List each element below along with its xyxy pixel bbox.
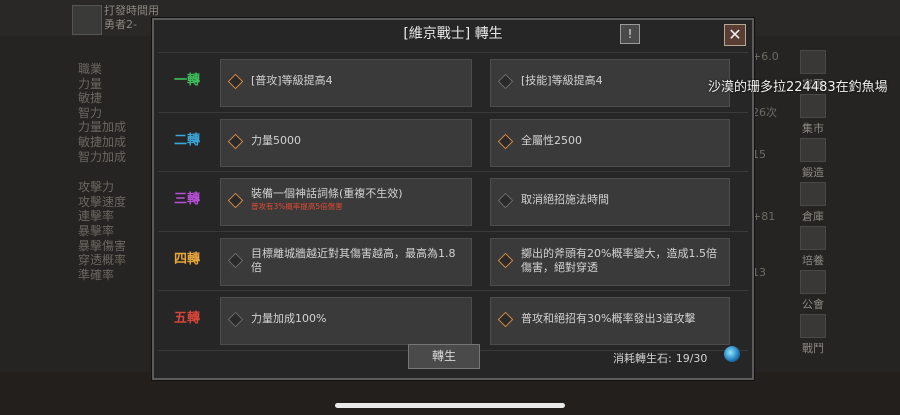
menu-label: 倉庫 [802,210,824,223]
chest-icon [800,182,826,206]
tier-label: 一轉 [173,73,200,88]
anvil-icon [800,138,826,162]
tier-row: 三轉 裝備一個神話詞條(重複不生效) 普攻有3%概率提高5倍傷害 取消絕招施法時間 [158,171,748,231]
diamond-icon [497,73,514,90]
bonus-cell[interactable]: [普攻]等級提高4 [220,59,472,107]
bonus-cell[interactable]: 力量5000 [220,118,472,167]
home-icon [800,50,826,74]
stat-label: 準確率 [78,267,115,282]
tier-label: 四轉 [173,251,200,267]
stat-label: 智力 [78,105,103,120]
home-indicator[interactable] [335,403,565,408]
cost-label: 消耗轉生石: [613,352,672,365]
help-button[interactable]: ! [620,24,640,44]
tier-label: 三轉 [173,192,200,207]
right-menu: 家園 集市 鍛造 倉庫 培養 公會 戰鬥 [796,50,830,358]
stat-label: 力量加成 [78,120,127,135]
tier-row: 二轉 力量5000 全屬性2500 [158,111,748,172]
bonus-main: 裝備一個神話詞條(重複不生效) [251,187,403,200]
bonus-text: 擲出的斧頭有20%概率變大，造成1.5倍傷害，絕對穿透 [521,246,717,274]
stat-label: 穿透概率 [78,253,127,268]
bonus-cell[interactable]: 目標離城牆越近對其傷害越高，最高為1.8倍 [220,237,472,286]
stat-label: 敏捷 [78,91,103,106]
tier-row: 一轉 [普攻]等級提高4 [技能]等級提高4 [158,52,748,112]
stat-label: 力量 [78,76,103,91]
rebirth-button[interactable]: 轉生 [408,344,480,369]
bonus-subtext: 普攻有3%概率提高5倍傷害 [251,202,343,211]
menu-guild[interactable]: 公會 [796,270,830,314]
stat-label: 智力加成 [78,149,127,164]
menu-label: 戰鬥 [802,342,824,355]
scrolling-message: 沙漠的珊多拉224483在釣魚場 [708,80,888,95]
stat-label: 攻擊速度 [78,194,127,209]
menu-label: 鍛造 [802,166,824,179]
bonus-cell[interactable]: 擲出的斧頭有20%概率變大，造成1.5倍傷害，絕對穿透 [490,237,730,286]
value: 13 [752,266,766,279]
cost-value: 19/30 [675,352,708,365]
menu-storage[interactable]: 倉庫 [796,182,830,226]
bonus-text: 目標離城牆越近對其傷害越高，最高為1.8倍 [251,246,456,274]
bonus-text: 力量5000 [251,133,301,147]
diamond-icon [497,311,514,328]
bonus-text: 普攻和絕招有30%概率發出3道攻擊 [521,312,696,325]
value: 26次 [752,106,777,119]
rebirth-stone-icon [724,346,740,362]
bonus-text: 力量加成100% [251,312,327,325]
diamond-icon [497,252,514,268]
battle-icon [800,314,826,338]
bonus-cell[interactable]: 力量加成100% [220,297,472,345]
menu-label: 公會 [802,298,824,311]
info-line-2: 勇者2- [104,18,137,31]
stat-label: 攻擊力 [78,180,115,195]
player-avatar[interactable] [72,5,102,35]
bonus-cell[interactable]: 裝備一個神話詞條(重複不生效) 普攻有3%概率提高5倍傷害 [220,178,472,226]
tier-label: 五轉 [173,311,200,326]
market-icon [800,94,826,118]
rebirth-dialog: [維京戰士] 轉生 ! ✕ 一轉 [普攻]等級提高4 [技能]等級提高4 二轉 … [152,18,754,380]
diamond-icon [227,252,244,268]
diamond-icon [497,192,514,209]
diamond-icon [227,311,244,328]
stat-label: 連擊率 [78,209,115,224]
diamond-icon [227,73,244,90]
value: +6.0 [752,50,779,63]
tier-label: 二轉 [173,132,200,148]
menu-forge[interactable]: 鍛造 [796,138,830,182]
stat-label: 職業 [78,62,103,76]
bonus-text: 全屬性2500 [521,133,582,147]
menu-train[interactable]: 培養 [796,226,830,270]
bonus-text: 取消絕招施法時間 [521,193,609,206]
stats-list: 職業 力量 敏捷 智力 力量加成 敏捷加成 智力加成 攻擊力 攻擊速度 連擊率 … [78,62,126,282]
bonus-text: 裝備一個神話詞條(重複不生效) 普攻有3%概率提高5倍傷害 [251,187,465,211]
bonus-text: [技能]等級提高4 [521,74,603,87]
player-info: 打發時間用 勇者2- [104,4,159,32]
tier-row: 五轉 力量加成100% 普攻和絕招有30%概率發出3道攻擊 [158,290,748,351]
diamond-icon [227,133,244,149]
menu-market[interactable]: 集市 [796,94,830,138]
guild-icon [800,270,826,294]
stat-label: 暴擊傷害 [78,238,127,253]
bonus-text: [普攻]等級提高4 [251,74,333,87]
stat-label: 敏捷加成 [78,134,127,149]
diamond-icon [227,192,244,209]
menu-label: 集市 [802,122,824,135]
bonus-cell[interactable]: [技能]等級提高4 [490,59,730,107]
menu-label: 培養 [802,254,824,267]
stat-label: 暴擊率 [78,223,115,238]
value: 15 [752,148,766,161]
close-button[interactable]: ✕ [724,24,746,46]
cost-display: 消耗轉生石: 19/30 [613,350,707,366]
bonus-cell[interactable]: 普攻和絕招有30%概率發出3道攻擊 [490,297,730,345]
menu-battle[interactable]: 戰鬥 [796,314,830,358]
rebirth-tiers: 一轉 [普攻]等級提高4 [技能]等級提高4 二轉 力量5000 全屬性2500… [158,52,748,351]
bonus-cell[interactable]: 全屬性2500 [490,118,730,167]
bonus-cell[interactable]: 取消絕招施法時間 [490,178,730,226]
diamond-icon [497,133,514,149]
dialog-title: [維京戰士] 轉生 [403,26,503,42]
train-icon [800,226,826,250]
tier-row: 四轉 目標離城牆越近對其傷害越高，最高為1.8倍 擲出的斧頭有20%概率變大，造… [158,230,748,291]
value: +81 [752,210,776,223]
info-line-1: 打發時間用 [104,4,159,17]
